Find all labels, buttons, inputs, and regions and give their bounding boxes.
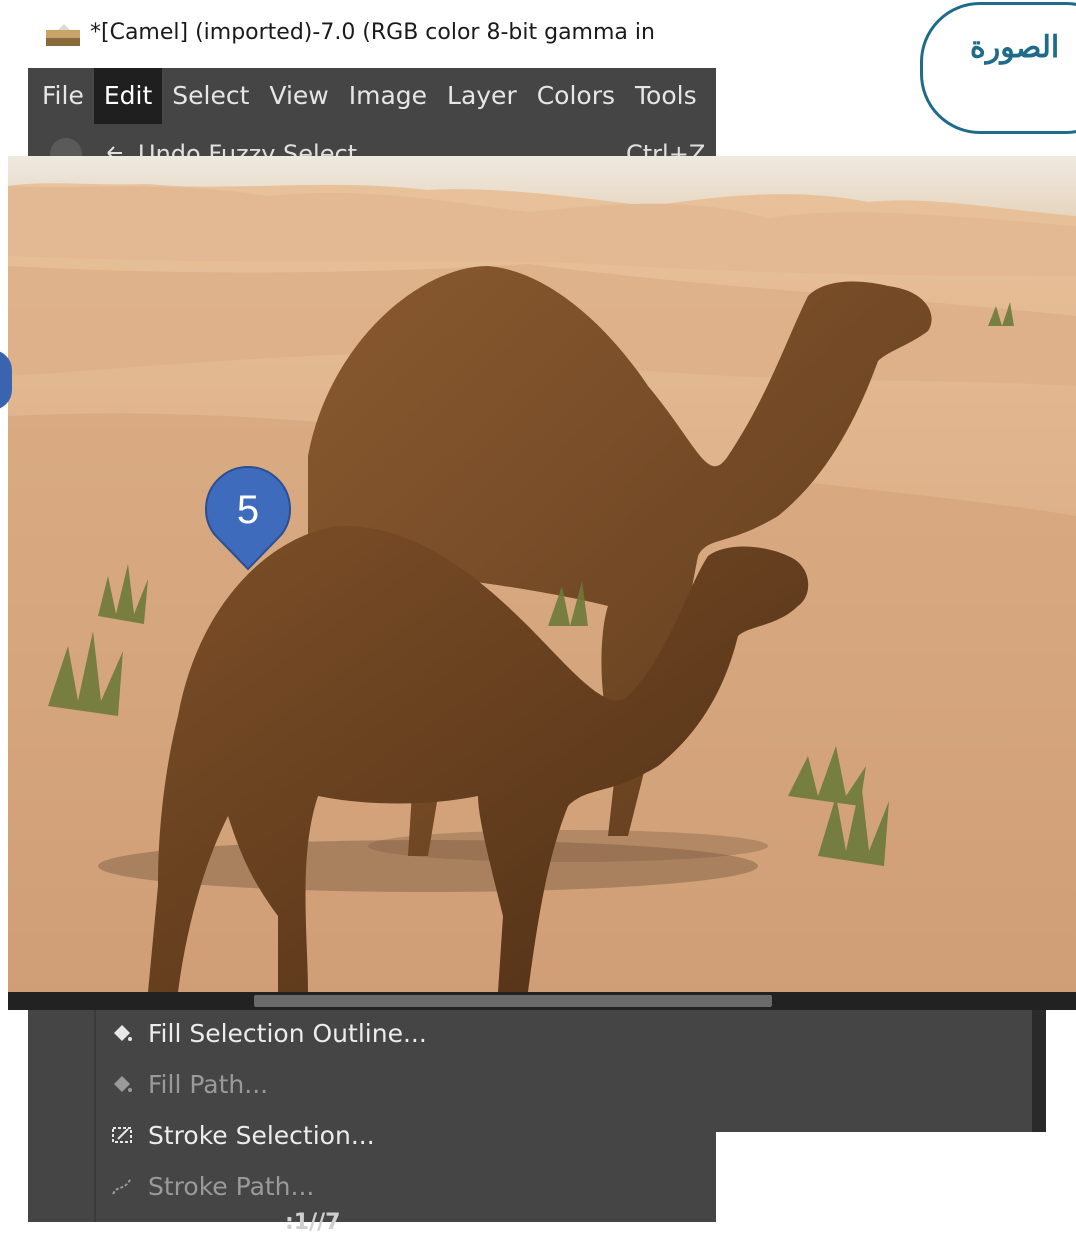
menu-item-stroke-path[interactable]: Stroke Path... [110,1166,314,1206]
tool-circle-icon [50,138,82,156]
menu-icon-column-divider [94,1010,96,1222]
step-number: 5 [236,488,260,532]
undo-label: Undo Fuzzy Select [138,140,358,156]
scrollbar-thumb[interactable] [254,995,772,1007]
menu-view[interactable]: View [259,68,338,124]
image-canvas[interactable] [8,156,1076,992]
menu-select[interactable]: Select [162,68,259,124]
menu-layer[interactable]: Layer [437,68,527,124]
fill-path-icon [114,1076,132,1092]
desert-camels-photo [8,156,1076,992]
next-menu-item-partial: :1//7 [285,1210,341,1235]
menu-colors[interactable]: Colors [527,68,625,124]
background-area [716,1132,1076,1222]
menu-edit[interactable]: Edit [93,68,163,124]
undo-shortcut: Ctrl+Z [626,140,706,156]
stroke-selection-label: Stroke Selection... [148,1120,375,1150]
arabic-label-bubble [920,2,1076,134]
menu-item-fill-selection-outline[interactable]: Fill Selection Outline... [110,1013,427,1053]
menu-item-undo[interactable]: Undo Fuzzy Select [104,140,357,156]
menu-file[interactable]: File [28,68,94,124]
menu-item-stroke-selection[interactable]: Stroke Selection... [110,1115,375,1155]
menu-bar: File Edit Select View Image Layer Colors… [28,68,716,124]
fill-selection-outline-label: Fill Selection Outline... [148,1018,427,1048]
fill-path-label: Fill Path... [148,1069,269,1099]
stroke-selection-icon [112,1127,132,1143]
menu-right-edge [1032,1010,1046,1132]
window-title-bar: *[Camel] (imported)-7.0 (RGB color 8-bit… [28,0,716,68]
window-title: *[Camel] (imported)-7.0 (RGB color 8-bit… [90,20,655,45]
stroke-path-label: Stroke Path... [148,1171,315,1201]
arabic-label: الصورة [970,30,1060,65]
menu-tools[interactable]: Tools [625,68,707,124]
menu-item-fill-path[interactable]: Fill Path... [110,1064,268,1104]
menu-image[interactable]: Image [339,68,437,124]
fill-bucket-icon [114,1025,132,1041]
edit-menu-top: Undo Fuzzy Select Ctrl+Z [28,124,716,156]
stroke-path-icon [112,1177,132,1195]
gimp-image-icon [46,24,80,46]
undo-icon [107,146,122,156]
